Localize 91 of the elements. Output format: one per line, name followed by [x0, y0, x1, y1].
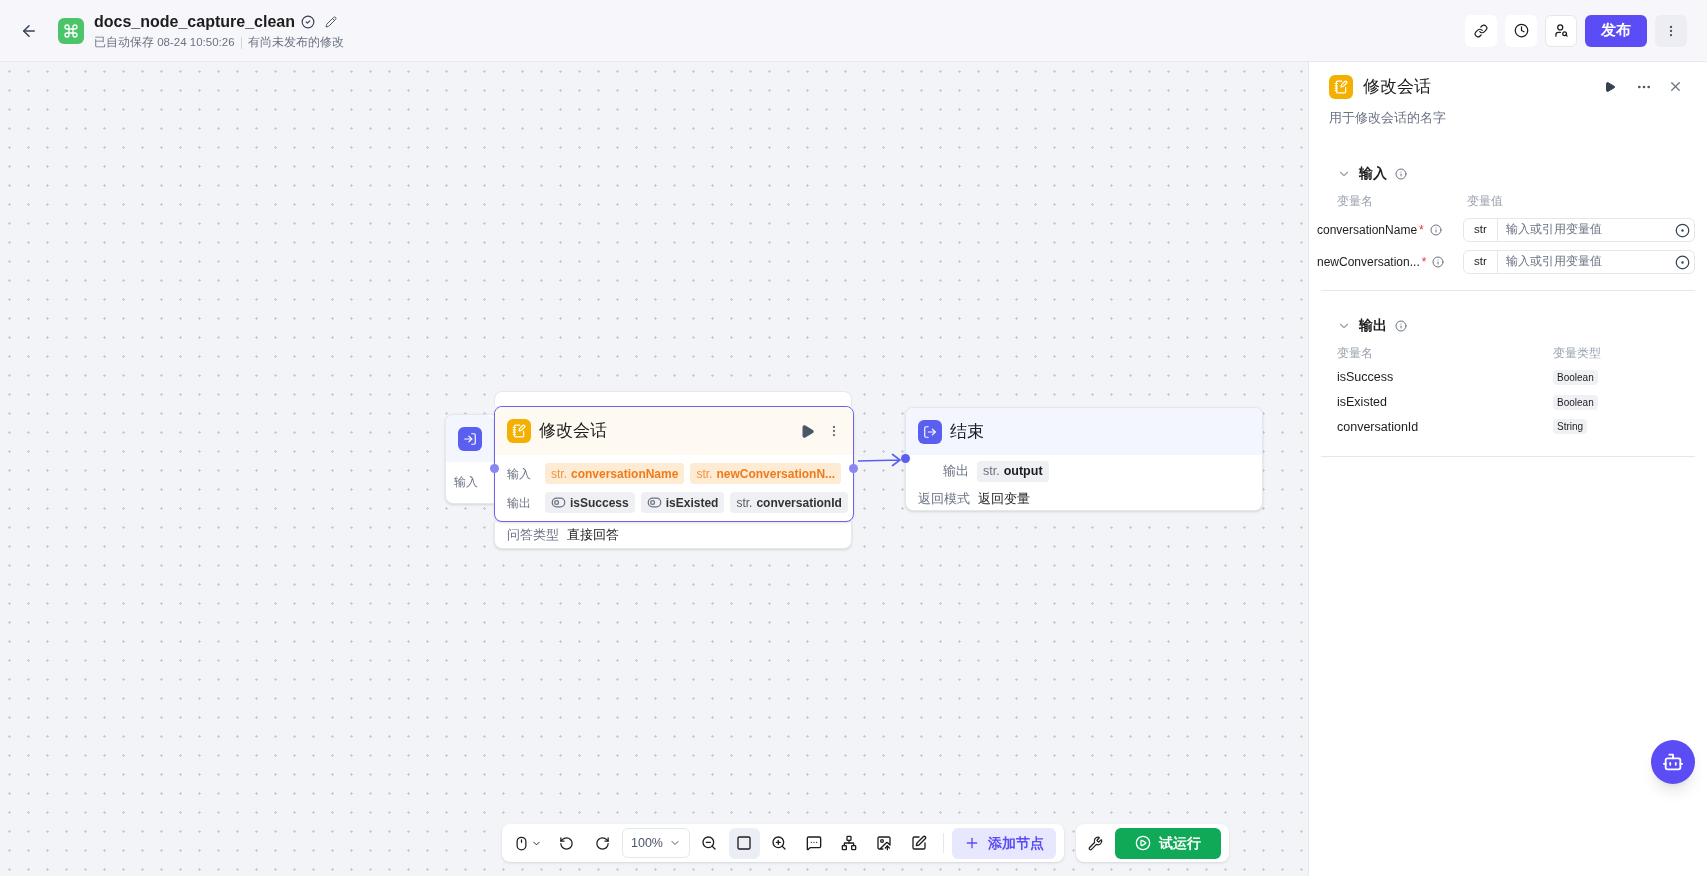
toggle-icon [646, 495, 662, 510]
unpublished-status: 有尚未发布的修改 [247, 34, 344, 50]
zoom-out-icon [701, 835, 718, 851]
user-search-icon [1553, 23, 1569, 38]
wrench-icon[interactable] [1088, 835, 1103, 851]
workflow-title: docs_node_capture_clean [94, 11, 295, 32]
node-icon [507, 419, 531, 443]
node-field-label: 输入 [454, 474, 478, 491]
answer-node-header[interactable] [494, 391, 852, 406]
info-icon [1395, 319, 1407, 332]
variable-value-field[interactable]: str 输入或引用变量值 [1463, 250, 1695, 274]
zoom-in-icon [771, 835, 788, 851]
select-tool-icon [736, 835, 753, 851]
column-header: 变量类型 [1553, 345, 1601, 362]
variable-tag: isSuccess [545, 492, 635, 513]
connector-arrow [858, 452, 902, 468]
node-field-label: 输入 [507, 465, 532, 483]
info-icon [1432, 256, 1445, 268]
layout-icon [841, 835, 858, 851]
variable-name: isExisted [1337, 393, 1389, 411]
node-title: 修改会话 [539, 420, 607, 443]
reference-icon[interactable] [1675, 222, 1690, 238]
type-tag: String [1553, 419, 1588, 435]
type-tag: Boolean [1553, 369, 1598, 385]
start-node-icon [458, 426, 482, 451]
toggle-icon [551, 495, 566, 510]
publish-button[interactable]: 发布 [1585, 14, 1647, 47]
section-title: 输入 [1359, 164, 1387, 183]
info-icon [1429, 224, 1442, 236]
link-button[interactable] [1465, 14, 1497, 47]
variable-tag: isExisted [640, 492, 725, 513]
panel-title: 修改会话 [1363, 76, 1431, 98]
variable-name: isSuccess [1337, 369, 1395, 386]
answer-node[interactable]: 问答类型 直接回答 [494, 522, 852, 549]
check-icon [300, 14, 315, 29]
collaborator-button[interactable] [1545, 14, 1577, 47]
column-header: 变量名 [1337, 345, 1374, 362]
variable-name: conversationName [1317, 222, 1418, 239]
type-tag: Boolean [1553, 394, 1598, 410]
mouse-icon [514, 835, 529, 851]
node-field-label: 返回模式 [918, 491, 970, 508]
node-field-value: 直接回答 [567, 526, 619, 544]
play-icon [1135, 835, 1151, 851]
node-title: 结束 [950, 420, 984, 443]
end-node-icon [918, 419, 942, 444]
required-mark: * [1421, 254, 1427, 271]
node-field-value: 返回变量 [978, 491, 1030, 508]
image-icon [876, 835, 893, 851]
zoom-select[interactable]: 100% [622, 828, 690, 858]
assistant-button[interactable] [1651, 740, 1695, 784]
node-field-label: 输出 [943, 463, 969, 481]
select-tool-button[interactable] [729, 827, 760, 859]
run-icon[interactable] [1604, 80, 1616, 93]
column-header: 变量值 [1467, 193, 1503, 210]
section-title: 输出 [1359, 316, 1387, 335]
plus-icon [964, 835, 980, 851]
variable-tag: str. output [977, 461, 1049, 482]
add-node-button[interactable]: 添加节点 [952, 827, 1056, 859]
input-port[interactable] [901, 454, 910, 463]
variable-name: conversationId [1337, 418, 1420, 436]
variable-tag: str. conversationId [730, 492, 848, 513]
variable-name: newConversation... [1317, 254, 1420, 271]
node-field-label: 问答类型 [507, 526, 559, 544]
panel-description: 用于修改会话的名字 [1328, 108, 1447, 127]
link-icon [1474, 23, 1488, 38]
comment-icon [806, 835, 823, 851]
reference-icon[interactable] [1675, 254, 1690, 270]
assistant-icon [1662, 751, 1684, 773]
app-logo-icon [58, 17, 84, 44]
clock-icon [1513, 23, 1529, 38]
node-field-label: 输出 [507, 494, 532, 512]
history-button[interactable] [1505, 14, 1537, 47]
type-label: str [1464, 251, 1498, 273]
column-header: 变量名 [1337, 193, 1374, 210]
required-mark: * [1419, 222, 1424, 239]
node-icon [1329, 74, 1353, 99]
value-input[interactable]: 输入或引用变量值 [1497, 221, 1671, 239]
run-icon[interactable] [800, 423, 815, 439]
info-icon [1395, 167, 1407, 180]
redo-icon [594, 835, 610, 851]
edit-icon[interactable] [324, 15, 337, 28]
variable-tag: str. newConversationN... [690, 463, 842, 484]
start-node[interactable]: 输入 [445, 414, 494, 504]
input-port[interactable] [490, 464, 499, 473]
value-input[interactable]: 输入或引用变量值 [1497, 253, 1671, 271]
undo-icon [558, 835, 574, 851]
variable-tag: str. conversationName [545, 463, 685, 484]
autosave-status: 已自动保存 08-24 10:50:26 [94, 34, 235, 50]
type-label: str [1464, 219, 1498, 241]
output-port[interactable] [849, 464, 858, 473]
variable-value-field[interactable]: str 输入或引用变量值 [1463, 218, 1695, 242]
